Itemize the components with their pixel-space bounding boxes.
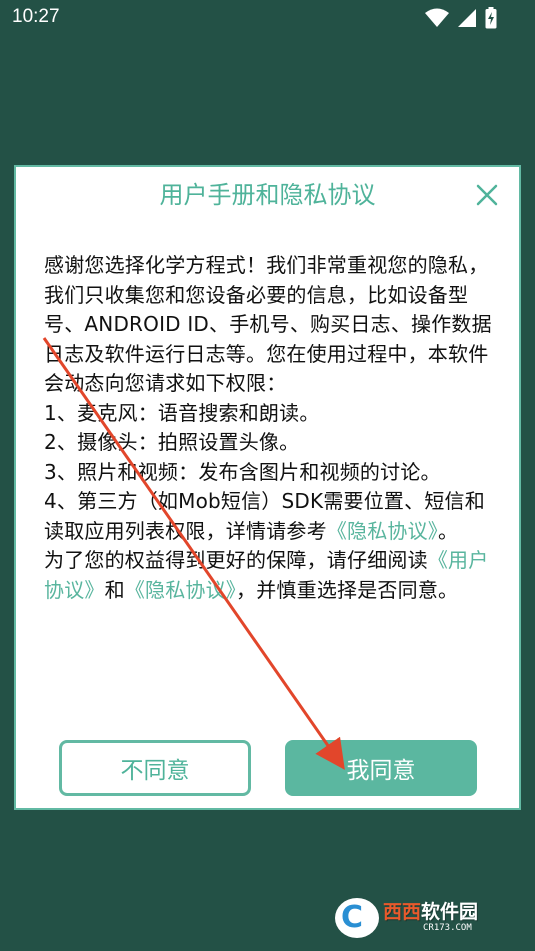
watermark-main-red: 西西: [383, 901, 422, 923]
period-text: 。: [438, 518, 459, 543]
watermark-icon: C: [335, 898, 379, 938]
status-time: 10:27: [12, 6, 60, 27]
disagree-button[interactable]: 不同意: [59, 740, 251, 796]
privacy-agreement-link-2[interactable]: 《隐私协议》: [125, 578, 236, 602]
permission-camera: 2、摄像头：拍照设置头像。: [44, 430, 300, 454]
close-icon[interactable]: [473, 181, 501, 209]
signal-icon: [458, 9, 476, 27]
battery-charging-icon: [485, 7, 497, 29]
closing-suffix: ，并慎重选择是否同意。: [236, 577, 459, 602]
watermark-main-white: 软件园: [421, 901, 479, 923]
wifi-icon: [425, 8, 449, 27]
permission-photos: 3、照片和视频：发布含图片和视频的讨论。: [44, 459, 441, 484]
agree-button[interactable]: 我同意: [285, 740, 477, 796]
watermark-sub: CR173.COM: [423, 923, 472, 933]
dialog-body: 感谢您选择化学方程式！我们非常重视您的隐私，我们只收集您和您设备必要的信息，比如…: [44, 251, 496, 605]
dialog-title: 用户手册和隐私协议: [159, 181, 376, 209]
and-text: 和: [104, 577, 125, 602]
status-bar: 10:27: [0, 0, 535, 36]
intro-paragraph: 感谢您选择化学方程式！我们非常重视您的隐私，我们只收集您和您设备必要的信息，比如…: [44, 253, 492, 395]
closing-prefix: 为了您的权益得到更好的保障，请仔细阅读: [44, 548, 428, 572]
permission-third-party: 4、第三方（如Mob短信）SDK需要位置、短信和读取应用列表权限，详情请参考《隐…: [44, 487, 496, 546]
watermark-text: 西西软件园 CR173.COM: [383, 903, 478, 933]
privacy-agreement-link[interactable]: 《隐私协议》: [327, 519, 438, 543]
permission-microphone: 1、麦克风：语音搜索和朗读。: [44, 400, 320, 425]
privacy-dialog: 用户手册和隐私协议 感谢您选择化学方程式！我们非常重视您的隐私，我们只收集您和您…: [14, 165, 521, 810]
status-icons: [425, 7, 497, 29]
watermark-logo: C 西西软件园 CR173.COM: [335, 896, 525, 940]
closing-paragraph: 为了您的权益得到更好的保障，请仔细阅读《用户协议》和《隐私协议》，并慎重选择是否…: [44, 546, 496, 605]
